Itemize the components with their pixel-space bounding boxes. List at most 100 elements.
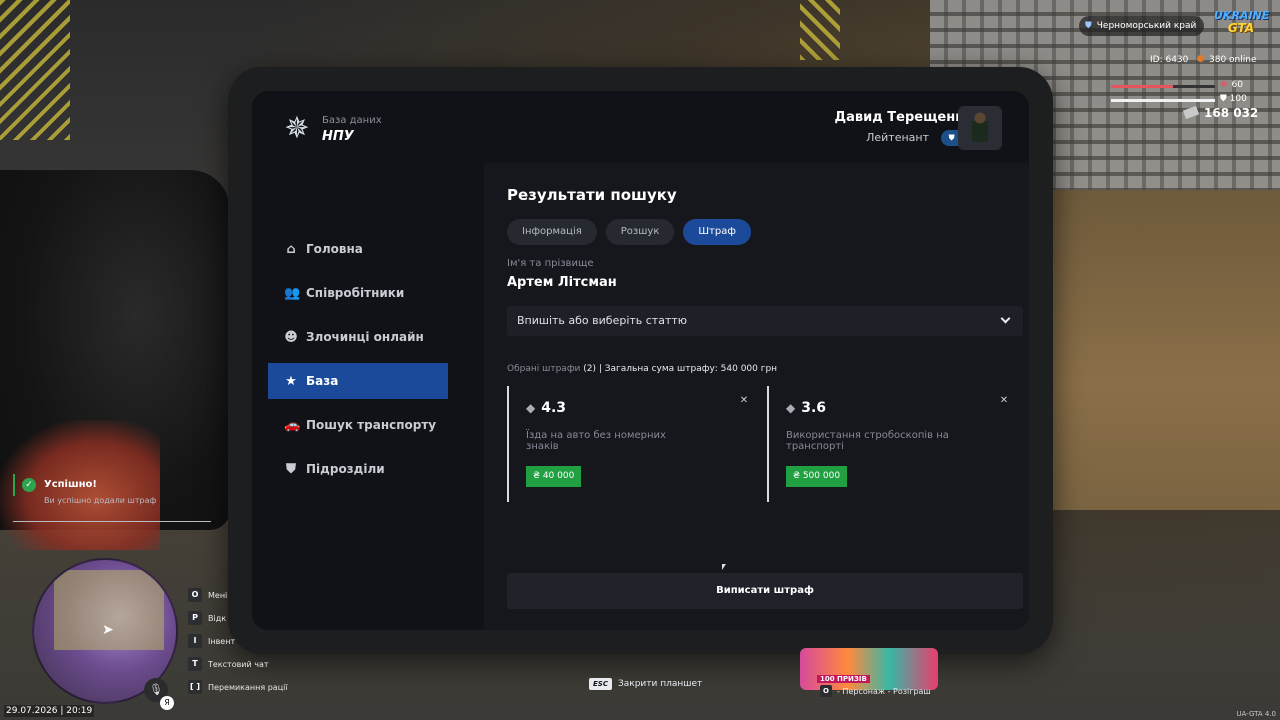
fine-description: Їзда на авто без номерних знаків	[526, 430, 666, 452]
hotkey-label: Інвент	[208, 636, 236, 646]
player-marker-icon: ➤	[102, 622, 114, 638]
fine-code-value: 4.3	[541, 400, 567, 416]
health-bar	[1111, 85, 1215, 88]
users-icon: 👥	[284, 285, 301, 301]
sidebar-item-employees[interactable]: 👥 Співробітники	[268, 275, 448, 311]
sidebar-item-database[interactable]: ★ База	[268, 363, 448, 399]
summary-total: | Загальна сума штрафу: 540 000 грн	[598, 364, 778, 374]
notification-accent	[13, 474, 15, 496]
health-value: ✚ 60	[1220, 80, 1243, 90]
mask-icon: ☻	[284, 329, 298, 345]
hotkey-key: P	[188, 611, 202, 625]
article-select-placeholder: Впишіть або виберіть статтю	[517, 314, 688, 327]
money-value: 168 032	[1204, 106, 1259, 120]
hotkey-key: [ ]	[188, 680, 202, 694]
hotkey-item: T Текстовий чат	[188, 657, 288, 671]
sidebar-item-label: Підрозділи	[306, 462, 385, 476]
promo-label: - Персонаж - Розіграш	[837, 686, 931, 696]
fine-amount: ₴ 500 000	[786, 466, 848, 487]
tab-information[interactable]: Інформація	[507, 219, 597, 245]
hotkey-item: O Мені	[188, 588, 288, 602]
online-count: 380 online	[1197, 55, 1257, 65]
sidebar-item-label: Пошук транспорту	[306, 418, 437, 432]
article-select[interactable]: Впишіть або виберіть статтю	[507, 306, 1023, 336]
app-header: ✵ База даних НПУ Давид Терещенко Лейтена…	[252, 91, 1029, 163]
sidebar-item-label: Головна	[306, 242, 363, 256]
health-bar-fill	[1111, 85, 1174, 88]
esc-key: ESC	[589, 678, 612, 690]
person-name: Артем Літсман	[507, 275, 617, 290]
tablet: ✵ База даних НПУ Давид Терещенко Лейтена…	[228, 67, 1053, 654]
app-subtitle: База даних	[322, 115, 382, 126]
issue-fine-button[interactable]: Виписати штраф	[507, 573, 1023, 609]
online-dot-icon	[1197, 55, 1204, 62]
user-name: Давид Терещенко	[834, 110, 973, 125]
hotkey-key: T	[188, 657, 202, 671]
sidebar: ⌂ Головна 👥 Співробітники ☻ Злочинці онл…	[268, 231, 448, 495]
armor-bar-fill	[1111, 99, 1215, 102]
hotkey-key: O	[188, 588, 202, 602]
cash-icon	[1182, 105, 1200, 120]
badge-shield-icon: ⛊	[948, 133, 955, 142]
check-icon: ✓	[22, 478, 36, 492]
armor-value: ⛊ 100	[1220, 94, 1247, 104]
mic-key-badge: Я	[160, 696, 174, 710]
main-panel: Результати пошуку Інформація Розшук Штра…	[484, 163, 1029, 630]
notification-text: Ви успішно додали штраф	[44, 496, 157, 505]
chevron-down-icon[interactable]	[1000, 313, 1011, 324]
user-rank: Лейтенант	[866, 131, 929, 144]
sidebar-item-home[interactable]: ⌂ Головна	[268, 231, 448, 267]
armor-bar	[1111, 99, 1215, 102]
fine-code-value: 3.6	[801, 400, 827, 416]
hotkey-label: Відк	[208, 613, 227, 623]
hotkey-list: O Мені P Відк I Інвент T Текстовий чат [ ] Пе…	[188, 588, 288, 703]
remove-fine-close-icon[interactable]: ✕	[737, 394, 751, 408]
player-id: ID: 6430	[1150, 55, 1189, 65]
health-number: 60	[1231, 80, 1243, 90]
version-label: UA-GTA 4.0	[1236, 710, 1276, 718]
promo-hint: O - Персонаж - Розіграш	[820, 685, 931, 697]
sidebar-item-criminals-online[interactable]: ☻ Злочинці онлайн	[268, 319, 448, 355]
fine-card: ◆ 3.6 Використання стробоскопів на трансп…	[767, 386, 1023, 502]
tag-icon: ◆	[786, 401, 796, 415]
tab-fine[interactable]: Штраф	[683, 219, 751, 245]
tab-wanted[interactable]: Розшук	[605, 219, 675, 245]
background-crane-right	[800, 0, 840, 60]
car-icon: 🚗	[284, 417, 301, 433]
sidebar-item-label: Співробітники	[306, 286, 405, 300]
hotkey-label: Текстовий чат	[208, 659, 269, 669]
online-count-value: 380 online	[1209, 55, 1257, 65]
server-logo-line2: GTA	[1227, 21, 1255, 35]
home-icon: ⌂	[286, 241, 296, 257]
promo-tag: 100 ПРИЗІВ	[817, 675, 870, 683]
success-notification: ✓ Успішно! Ви успішно додали штраф	[13, 474, 211, 524]
fine-description: Використання стробоскопів на транспорті	[786, 430, 949, 452]
health-cross-icon: ✚	[1220, 80, 1228, 90]
fine-card: ◆ 4.3 Їзда на авто без номерних знаків ₴ …	[507, 386, 763, 502]
sidebar-item-label: База	[306, 374, 339, 388]
fine-amount: ₴ 40 000	[526, 466, 582, 487]
promo-banner[interactable]: 100 ПРИЗІВ	[800, 648, 938, 690]
summary-label: Обрані штрафи	[507, 364, 581, 374]
sidebar-item-label: Злочинці онлайн	[306, 330, 424, 344]
tab-bar: Інформація Розшук Штраф	[507, 219, 751, 245]
avatar[interactable]	[958, 106, 1002, 150]
hotkey-item: P Відк	[188, 611, 288, 625]
date-time: 29.07.2026 | 20:19	[4, 705, 95, 717]
sidebar-item-vehicle-search[interactable]: 🚗 Пошук транспорту	[268, 407, 448, 443]
mouse-cursor-icon	[722, 564, 726, 570]
close-tablet-hint[interactable]: ESC Закрити планшет	[589, 678, 702, 690]
hotkey-label: Перемикання рації	[208, 682, 288, 692]
fine-code: ◆ 4.3	[526, 400, 566, 416]
notification-progress	[13, 521, 211, 522]
page-title: Результати пошуку	[507, 186, 677, 204]
sidebar-item-units[interactable]: ⛊ Підрозділи	[268, 451, 448, 487]
tag-icon: ◆	[526, 401, 536, 415]
tablet-screen: ✵ База даних НПУ Давид Терещенко Лейтена…	[252, 91, 1029, 630]
background-crane	[0, 0, 70, 140]
shield-icon: ⛊	[286, 461, 296, 477]
fines-summary: Обрані штрафи (2) | Загальна сума штрафу…	[507, 364, 777, 374]
remove-fine-close-icon[interactable]: ✕	[997, 394, 1011, 408]
background-ground	[1050, 190, 1280, 510]
close-tablet-label: Закрити планшет	[617, 679, 703, 689]
